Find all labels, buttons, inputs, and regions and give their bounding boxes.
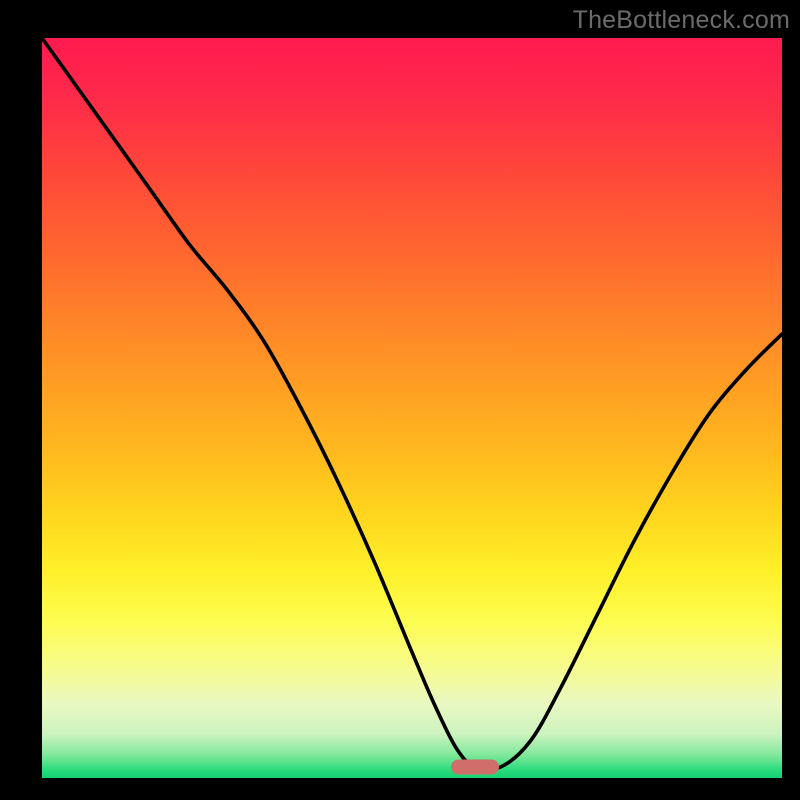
optimal-marker [451,759,499,774]
bottleneck-curve [42,38,782,778]
chart-frame: TheBottleneck.com [0,0,800,800]
watermark-text: TheBottleneck.com [573,6,790,35]
plot-area [42,38,782,778]
